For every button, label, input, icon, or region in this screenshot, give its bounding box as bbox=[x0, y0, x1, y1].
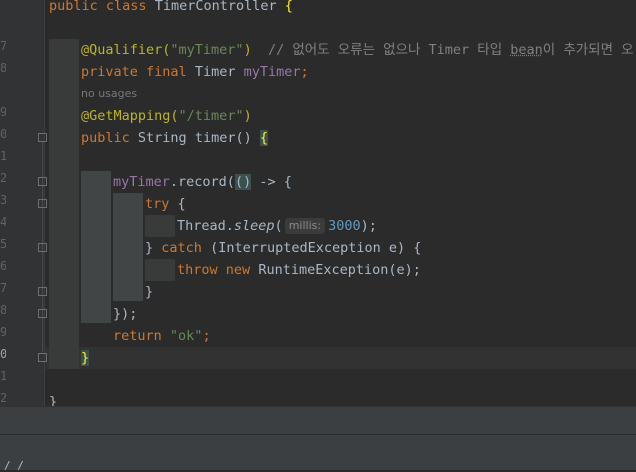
code-line[interactable]: @GetMapping("/timer") bbox=[81, 105, 252, 127]
indent-block bbox=[113, 193, 143, 301]
code-line[interactable]: private final Timer myTimer; bbox=[81, 61, 309, 83]
code-line[interactable]: public String timer() { bbox=[81, 127, 269, 149]
code-line[interactable]: @Qualifier("myTimer") // 없어도 오류는 없으나 Tim… bbox=[81, 39, 634, 61]
fold-toggle-icon[interactable] bbox=[38, 243, 47, 252]
method-call: .record( bbox=[169, 174, 235, 190]
keyword: private bbox=[81, 64, 138, 80]
code-line[interactable]: } bbox=[81, 347, 90, 369]
line-number: 6 bbox=[0, 259, 6, 273]
brace: { bbox=[283, 174, 292, 190]
annotation: @Qualifier( bbox=[81, 42, 171, 58]
keyword: try bbox=[145, 196, 170, 212]
line-number: 1 bbox=[0, 369, 6, 383]
brace: { bbox=[177, 196, 186, 212]
brace: }); bbox=[113, 306, 138, 322]
fold-toggle-icon[interactable] bbox=[38, 199, 47, 208]
brace: { bbox=[259, 130, 269, 146]
arrow: -> bbox=[259, 174, 276, 190]
keyword: throw bbox=[177, 262, 218, 278]
field-name: myTimer bbox=[243, 64, 301, 80]
line-number: 0 bbox=[0, 127, 6, 141]
semicolon: ; bbox=[300, 64, 309, 80]
tool-window-bar[interactable] bbox=[0, 406, 636, 435]
type-name: Timer bbox=[194, 64, 236, 80]
line-number: 4 bbox=[0, 215, 6, 229]
fold-toggle-icon[interactable] bbox=[38, 287, 47, 296]
constructor-call: RuntimeException(e); bbox=[258, 262, 421, 278]
class-name: TimerController bbox=[154, 0, 277, 14]
fold-toggle-icon[interactable] bbox=[38, 309, 47, 318]
string-literal: "/timer" bbox=[178, 108, 244, 124]
comment: bean bbox=[510, 42, 543, 58]
usages-hint[interactable]: no usages bbox=[81, 87, 137, 100]
indent-block bbox=[81, 171, 111, 323]
annotation: ) bbox=[243, 108, 252, 124]
status-bar bbox=[0, 462, 636, 470]
line-number: 2 bbox=[0, 391, 6, 405]
code-line[interactable]: } catch (InterruptedException e) { bbox=[145, 237, 421, 259]
line-number: 9 bbox=[0, 105, 6, 119]
line-number: 7 bbox=[0, 39, 6, 53]
code-line[interactable]: return "ok"; bbox=[113, 325, 211, 347]
method-name: sleep bbox=[233, 218, 275, 234]
class-name: Thread. bbox=[177, 218, 234, 234]
line-number: 8 bbox=[0, 61, 6, 75]
brace: { bbox=[284, 0, 293, 14]
field-name: myTimer bbox=[113, 174, 170, 190]
fold-toggle-icon[interactable] bbox=[38, 133, 47, 142]
keyword: class bbox=[105, 0, 147, 14]
line-number: 5 bbox=[0, 237, 6, 251]
code-line[interactable]: Thread.sleep(millis: 3000); bbox=[177, 215, 377, 237]
code-line[interactable]: } bbox=[145, 281, 153, 303]
code-line[interactable]: public class TimerController { bbox=[49, 0, 293, 17]
semicolon: ; bbox=[202, 328, 211, 344]
code-line[interactable]: try { bbox=[145, 193, 186, 215]
keyword: catch bbox=[161, 240, 202, 256]
indent-block bbox=[145, 259, 175, 281]
code-line[interactable]: myTimer.record(() -> { bbox=[113, 171, 292, 193]
keyword: return bbox=[113, 328, 162, 344]
string-literal: "ok" bbox=[169, 328, 203, 344]
line-number: 8 bbox=[0, 303, 6, 317]
keyword: public bbox=[49, 0, 98, 14]
line-number: 7 bbox=[0, 281, 6, 295]
string-literal: "myTimer" bbox=[170, 42, 244, 58]
comment: 이 추가되면 오 bbox=[542, 42, 634, 58]
line-number: 9 bbox=[0, 325, 6, 339]
indent-block bbox=[49, 39, 79, 369]
keyword: new bbox=[225, 262, 251, 278]
indent-block bbox=[145, 215, 175, 237]
parens: () bbox=[235, 130, 252, 146]
paren: ); bbox=[360, 218, 377, 234]
number-literal: 3000 bbox=[328, 218, 361, 234]
line-number: 2 bbox=[0, 171, 6, 185]
code-line[interactable]: throw new RuntimeException(e); bbox=[177, 259, 421, 281]
brace: } bbox=[145, 284, 154, 300]
keyword: final bbox=[146, 64, 187, 80]
breadcrumb[interactable]: / / bbox=[4, 460, 24, 472]
annotation: @GetMapping( bbox=[81, 108, 179, 124]
parameter-hint: millis: bbox=[284, 218, 326, 234]
type-name: String bbox=[137, 130, 187, 146]
keyword: public bbox=[81, 130, 130, 146]
line-number-current: 0 bbox=[0, 347, 6, 361]
tool-window-bar[interactable] bbox=[0, 434, 636, 463]
brace: { bbox=[413, 240, 422, 256]
current-line-highlight bbox=[45, 347, 636, 369]
line-number: 1 bbox=[0, 149, 6, 163]
method-name: timer bbox=[194, 130, 236, 146]
fold-toggle-icon[interactable] bbox=[38, 177, 47, 186]
catch-clause: (InterruptedException e) bbox=[210, 240, 406, 256]
line-number: 3 bbox=[0, 193, 6, 207]
fold-toggle-icon[interactable] bbox=[38, 353, 47, 362]
code-line[interactable]: }); bbox=[113, 303, 137, 325]
annotation: ) bbox=[243, 42, 252, 58]
brace: } bbox=[81, 350, 90, 366]
paren: ( bbox=[274, 218, 283, 234]
brace: } bbox=[145, 240, 154, 256]
parens: () bbox=[234, 174, 252, 190]
comment: // 없어도 오류는 없으나 Timer 타입 bbox=[267, 42, 511, 58]
